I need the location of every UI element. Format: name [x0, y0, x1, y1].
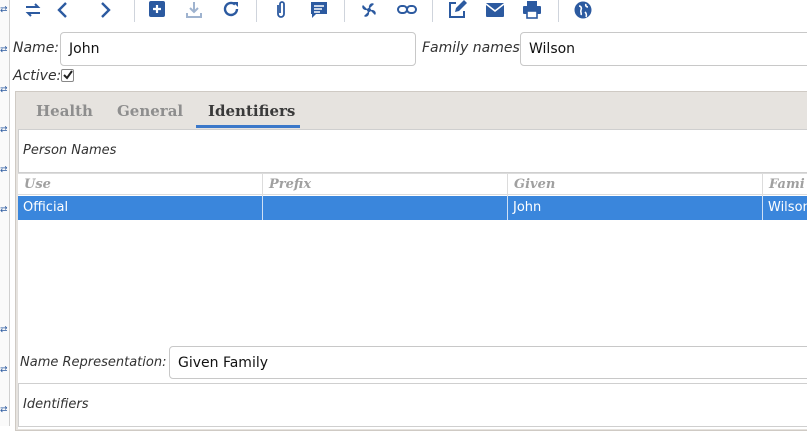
note-icon[interactable]	[306, 0, 332, 20]
print-icon[interactable]	[519, 0, 545, 20]
active-tab-indicator	[196, 125, 300, 128]
splitter-arrow-icon: ⇄	[0, 365, 8, 375]
reload-icon[interactable]	[218, 0, 244, 20]
tab-bar: Health General Identifiers	[16, 92, 807, 128]
tab-identifiers[interactable]: Identifiers	[208, 102, 295, 120]
column-header-use[interactable]: Use	[18, 174, 263, 196]
name-representation-label: Name Representation:	[20, 355, 167, 370]
person-names-title: Person Names	[23, 143, 117, 158]
cell-prefix	[263, 196, 508, 220]
previous-record-icon[interactable]	[50, 0, 76, 20]
cell-use: Official	[18, 196, 263, 220]
column-header-family[interactable]: Fami	[763, 174, 807, 196]
column-header-given[interactable]: Given	[508, 174, 763, 196]
name-field[interactable]: John	[60, 32, 416, 66]
switch-view-icon[interactable]	[20, 0, 46, 20]
checkmark-icon	[63, 70, 73, 80]
active-checkbox[interactable]	[61, 69, 74, 82]
identifiers-header: Identifiers	[18, 383, 807, 427]
splitter-arrow-icon: ⇄	[0, 85, 8, 95]
family-names-label: Family names:	[422, 40, 525, 56]
name-label: Name:	[13, 40, 60, 56]
person-names-header: Person Names	[18, 129, 807, 173]
new-record-icon[interactable]	[144, 0, 170, 20]
save-icon[interactable]	[181, 0, 207, 20]
column-header-prefix[interactable]: Prefix	[263, 174, 508, 196]
tab-panel: Health General Identifiers Person Names …	[15, 91, 807, 431]
identifiers-title: Identifiers	[23, 397, 89, 412]
tab-health[interactable]: Health	[36, 102, 93, 120]
next-record-icon[interactable]	[92, 0, 118, 20]
left-splitter[interactable]: ⇄ ⇄ ⇄ ⇄ ⇄ ⇄ ⇄ ⇄ ⇄	[0, 0, 10, 426]
splitter-arrow-icon: ⇄	[0, 45, 8, 55]
cell-given: John	[508, 196, 763, 220]
edit-report-icon[interactable]	[444, 0, 470, 20]
name-representation-select[interactable]: Given Family	[169, 346, 807, 379]
splitter-arrow-icon: ⇄	[0, 5, 8, 15]
family-names-field[interactable]: Wilson	[520, 32, 807, 66]
tab-general[interactable]: General	[117, 102, 183, 120]
relate-icon[interactable]	[394, 0, 420, 20]
table-header: Use Prefix Given Fami	[18, 173, 807, 196]
action-icon[interactable]	[356, 0, 382, 20]
toolbar	[10, 0, 807, 28]
cell-family: Wilson	[768, 200, 807, 215]
splitter-arrow-icon: ⇄	[0, 165, 8, 175]
splitter-arrow-icon: ⇄	[0, 325, 8, 335]
attachment-icon[interactable]	[268, 0, 294, 20]
tab-content: Person Names Use Prefix Given Fami Offic…	[18, 129, 807, 429]
globe-icon[interactable]	[570, 0, 596, 20]
table-row[interactable]: Official John Wilson	[18, 196, 807, 220]
email-icon[interactable]	[482, 0, 508, 20]
splitter-arrow-icon: ⇄	[0, 205, 8, 215]
splitter-arrow-icon: ⇄	[0, 125, 8, 135]
splitter-arrow-icon: ⇄	[0, 405, 8, 415]
person-names-table: Use Prefix Given Fami Official John Wils…	[18, 173, 807, 303]
active-label: Active:	[13, 68, 62, 84]
